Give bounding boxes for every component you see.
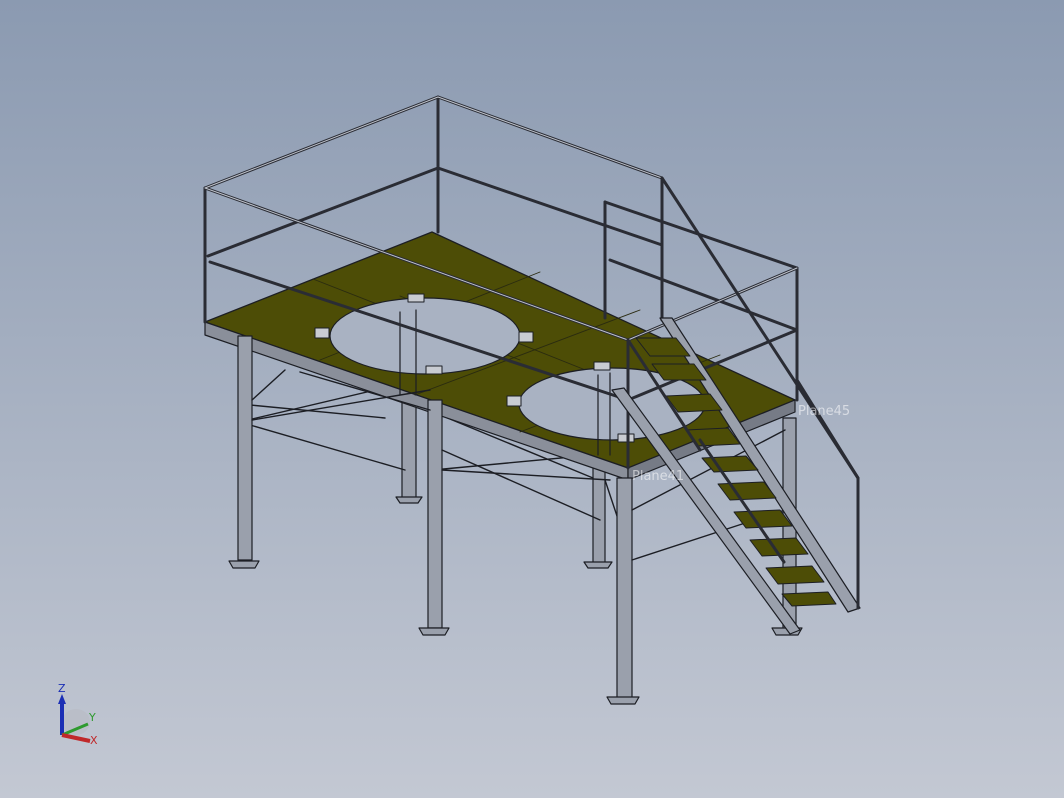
platform-model[interactable] <box>0 0 1064 798</box>
axis-z-arrow-icon <box>58 694 66 704</box>
plane-label-plane41[interactable]: Plane41 <box>632 469 684 484</box>
view-orientation-triad[interactable]: Z Y X <box>52 680 112 750</box>
axis-x-icon <box>61 733 91 743</box>
axis-z-label: Z <box>58 682 66 695</box>
axis-x-label: X <box>90 734 98 747</box>
graphics-viewport[interactable]: Plane45 Plane41 Z Y X <box>0 0 1064 798</box>
plane-label-plane45[interactable]: Plane45 <box>798 404 850 419</box>
axis-y-label: Y <box>88 711 96 724</box>
